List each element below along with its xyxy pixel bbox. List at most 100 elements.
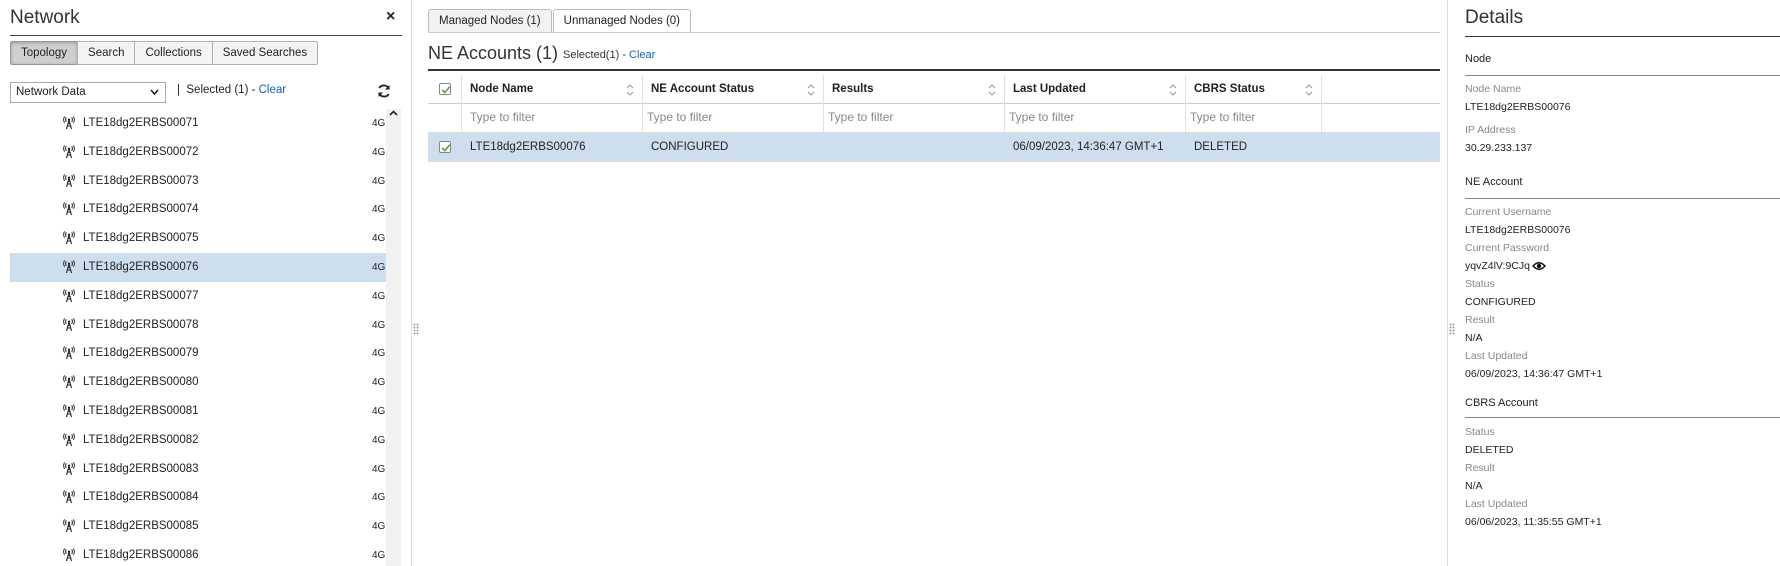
tree-scrollbar[interactable] <box>386 109 401 566</box>
topology-button[interactable]: Topology <box>10 41 79 65</box>
selection-info: | Selected (1) - Clear <box>177 84 286 96</box>
collections-button[interactable]: Collections <box>134 41 213 65</box>
sort-icon[interactable] <box>1169 83 1177 97</box>
tree-node-row[interactable]: LTE18dg2ERBS00073 4G <box>10 167 386 196</box>
divider <box>1465 198 1780 199</box>
tree-node-technology: 4G <box>372 405 386 417</box>
tab-managed-nodes[interactable]: Managed Nodes (1) <box>428 9 552 33</box>
tree-node-row[interactable]: LTE18dg2ERBS00071 4G <box>10 109 386 138</box>
tree-node-technology: 4G <box>372 463 386 475</box>
clear-selection-link[interactable]: Clear <box>629 49 655 61</box>
tree-node-row[interactable]: LTE18dg2ERBS00076 4G <box>10 252 386 282</box>
node-name-filter-input[interactable] <box>470 110 630 124</box>
result-label: Result <box>1465 314 1495 326</box>
column-header-last-updated[interactable]: Last Updated <box>1005 75 1186 104</box>
current-username-label: Current Username <box>1465 206 1552 218</box>
table-row[interactable]: LTE18dg2ERBS00076 CONFIGURED 06/09/2023,… <box>428 133 1440 162</box>
row-checkbox[interactable] <box>439 141 451 153</box>
tree-node-technology: 4G <box>372 261 386 273</box>
status-filter-input[interactable] <box>647 110 807 124</box>
details-panel: Details Node Node Name LTE18dg2ERBS00076… <box>1465 0 1780 566</box>
tree-node-technology: 4G <box>372 118 386 129</box>
sort-icon[interactable] <box>626 83 634 97</box>
selection-info: Selected(1) - Clear <box>563 49 655 61</box>
column-header-cbrs-status[interactable]: CBRS Status <box>1186 75 1322 104</box>
tree-node-row[interactable]: LTE18dg2ERBS00085 4G <box>10 512 386 541</box>
last-updated-filter-input[interactable] <box>1009 110 1169 124</box>
divider <box>1465 75 1780 76</box>
radio-tower-icon <box>63 461 75 475</box>
filter-cell <box>1005 104 1186 133</box>
network-tree: LTE18dg2ERBS00071 4G LTE18dg2ERBS00072 4G LT… <box>10 109 386 566</box>
column-header-ne-account-status[interactable]: NE Account Status <box>643 75 824 104</box>
node-name-label: Node Name <box>1465 83 1522 95</box>
tree-node-technology: 4G <box>372 233 386 245</box>
column-header-results[interactable]: Results <box>824 75 1005 104</box>
tree-node-row[interactable]: LTE18dg2ERBS00083 4G <box>10 455 386 484</box>
status-label: Status <box>1465 278 1495 290</box>
tree-node-row[interactable]: LTE18dg2ERBS00074 4G <box>10 195 386 224</box>
tree-node-row[interactable]: LTE18dg2ERBS00078 4G <box>10 311 386 340</box>
tree-node-row[interactable]: LTE18dg2ERBS00072 4G <box>10 138 386 167</box>
sort-icon[interactable] <box>1305 83 1313 97</box>
cell-results <box>824 133 1005 162</box>
close-icon[interactable]: × <box>386 8 395 26</box>
filter-spacer <box>428 104 462 133</box>
network-data-select[interactable]: Network Data <box>10 82 166 103</box>
sort-icon[interactable] <box>807 83 815 97</box>
tree-node-name: LTE18dg2ERBS00071 <box>83 117 199 129</box>
saved-searches-button[interactable]: Saved Searches <box>211 41 319 65</box>
tree-node-row[interactable]: LTE18dg2ERBS00075 4G <box>10 224 386 253</box>
drag-handle-icon[interactable] <box>413 323 419 337</box>
column-header-label: Node Name <box>470 83 534 95</box>
select-all-checkbox[interactable] <box>439 83 451 95</box>
page-title: NE Accounts (1) <box>428 43 559 63</box>
tree-node-row[interactable]: LTE18dg2ERBS00077 4G <box>10 282 386 311</box>
tree-node-row[interactable]: LTE18dg2ERBS00079 4G <box>10 339 386 368</box>
tree-node-technology: 4G <box>372 492 386 504</box>
tree-node-name: LTE18dg2ERBS00076 <box>83 260 199 273</box>
tree-node-row[interactable]: LTE18dg2ERBS00082 4G <box>10 426 386 455</box>
radio-tower-icon <box>63 116 75 130</box>
refresh-icon[interactable] <box>376 83 392 99</box>
filter-row <box>428 104 1440 133</box>
select-all-cell <box>428 75 462 104</box>
cbrs-result-label: Result <box>1465 462 1495 474</box>
drag-handle-icon[interactable] <box>1449 323 1455 337</box>
results-filter-input[interactable] <box>828 110 988 124</box>
details-title: Details <box>1465 7 1524 28</box>
left-splitter[interactable] <box>411 0 419 566</box>
radio-tower-icon <box>63 260 75 274</box>
divider <box>10 35 402 36</box>
tree-node-row[interactable]: LTE18dg2ERBS00084 4G <box>10 483 386 512</box>
tree-node-row[interactable]: LTE18dg2ERBS00080 4G <box>10 368 386 397</box>
tree-node-name: LTE18dg2ERBS00077 <box>83 289 199 302</box>
tree-node-row[interactable]: LTE18dg2ERBS00081 4G <box>10 397 386 426</box>
sort-icon[interactable] <box>988 83 996 97</box>
tree-node-name: LTE18dg2ERBS00080 <box>83 376 199 389</box>
tab-unmanaged-nodes[interactable]: Unmanaged Nodes (0) <box>552 9 691 33</box>
cell-node-name: LTE18dg2ERBS00076 <box>470 141 586 153</box>
node-section-title: Node <box>1465 53 1492 65</box>
cbrs-status-filter-input[interactable] <box>1190 110 1310 124</box>
chevron-up-icon[interactable] <box>389 109 398 122</box>
tree-node-technology: 4G <box>372 521 386 533</box>
column-header-label: NE Account Status <box>651 83 755 95</box>
tree-node-technology: 4G <box>372 377 386 389</box>
eye-icon[interactable] <box>1532 261 1546 271</box>
search-button[interactable]: Search <box>77 41 136 65</box>
ip-address-label: IP Address <box>1465 124 1516 136</box>
divider <box>428 69 1440 71</box>
network-data-select-value: Network Data <box>16 86 86 98</box>
radio-tower-icon <box>63 144 75 158</box>
last-updated-value: 06/09/2023, 14:36:47 GMT+1 <box>1465 368 1603 380</box>
chevron-down-icon <box>150 83 159 109</box>
current-password-value: yqvZ4lV:9CJq <box>1465 260 1530 272</box>
result-value: N/A <box>1465 332 1483 344</box>
selection-separator: - <box>619 49 630 61</box>
tree-node-technology: 4G <box>372 204 386 216</box>
clear-selection-link[interactable]: Clear <box>259 84 286 96</box>
tree-node-row[interactable]: LTE18dg2ERBS00086 4G <box>10 541 386 566</box>
column-header-node-name[interactable]: Node Name <box>462 75 643 104</box>
right-splitter[interactable] <box>1447 0 1455 566</box>
